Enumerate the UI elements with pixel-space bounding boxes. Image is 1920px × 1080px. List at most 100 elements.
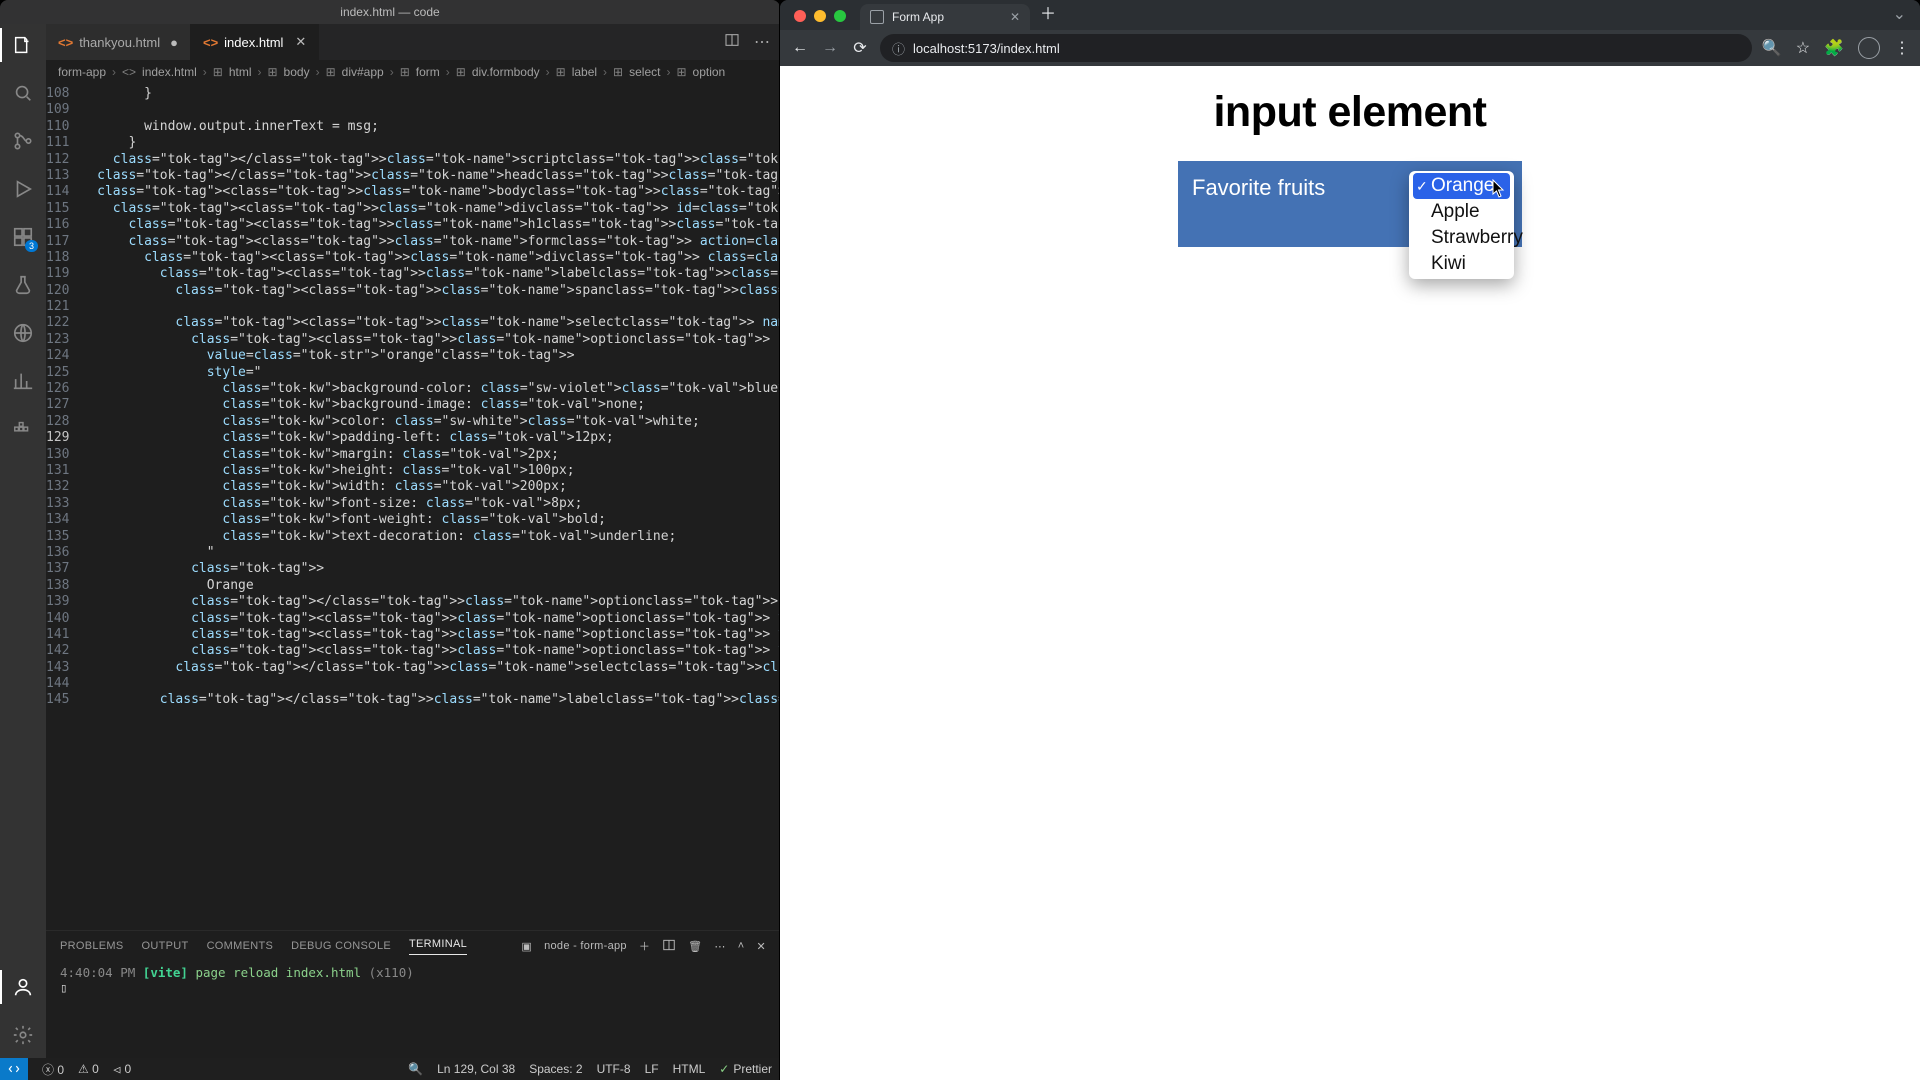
terminal-prompt[interactable]: ▯ xyxy=(60,980,766,995)
terminal-time: 4:40:04 PM xyxy=(60,965,135,980)
new-tab-icon[interactable]: ＋ xyxy=(1040,0,1056,24)
browser-tabstrip: Form App ✕ ＋ ⌄ xyxy=(780,0,1920,30)
minimize-window-icon[interactable] xyxy=(814,10,826,22)
test-icon[interactable] xyxy=(10,272,36,298)
new-terminal-icon[interactable]: ＋ xyxy=(639,938,650,954)
status-indent[interactable]: Spaces: 2 xyxy=(529,1062,582,1076)
crumb[interactable]: index.html xyxy=(142,65,197,79)
vscode-titlebar: index.html — code xyxy=(0,0,780,24)
panel-tab-debug[interactable]: DEBUG CONSOLE xyxy=(291,940,391,952)
crumb[interactable]: div#app xyxy=(342,65,384,79)
bookmark-star-icon[interactable]: ☆ xyxy=(1796,38,1810,58)
panel-tab-problems[interactable]: PROBLEMS xyxy=(60,940,124,952)
browser-tab[interactable]: Form App ✕ xyxy=(860,4,1030,30)
panel-tab-output[interactable]: OUTPUT xyxy=(142,940,189,952)
forward-icon[interactable]: → xyxy=(820,39,840,57)
browser-toolbar: ← → ⟳ ⓘ localhost:5173/index.html 🔍 ☆ 🧩 … xyxy=(780,30,1920,66)
editor-tab-bar: <> thankyou.html ● <> index.html ✕ ⋯ xyxy=(46,24,780,60)
status-cursor[interactable]: Ln 129, Col 38 xyxy=(437,1062,515,1076)
status-warnings[interactable]: ⚠ 0 xyxy=(78,1062,99,1076)
graph-icon[interactable] xyxy=(10,368,36,394)
breadcrumbs[interactable]: form-app› <>index.html› ⊞html› ⊞body› ⊞d… xyxy=(46,60,780,84)
panel-more-icon[interactable]: ⋯ xyxy=(714,940,725,953)
crumb[interactable]: body xyxy=(284,65,310,79)
dropdown-option[interactable]: Orange xyxy=(1413,173,1510,199)
remote-indicator-icon[interactable] xyxy=(0,1058,28,1080)
split-editor-icon[interactable] xyxy=(724,32,740,53)
tab-label: thankyou.html xyxy=(79,35,160,50)
extensions-badge: 3 xyxy=(25,240,38,252)
tab-label: index.html xyxy=(224,35,283,50)
search-icon[interactable] xyxy=(10,80,36,106)
crumb[interactable]: div.formbody xyxy=(472,65,540,79)
extensions-puzzle-icon[interactable]: 🧩 xyxy=(1824,38,1844,58)
close-panel-icon[interactable]: ✕ xyxy=(756,940,766,953)
source-control-icon[interactable] xyxy=(10,128,36,154)
more-actions-icon[interactable]: ⋯ xyxy=(754,32,770,52)
crumb[interactable]: label xyxy=(572,65,597,79)
close-tab-icon[interactable]: ✕ xyxy=(1010,10,1020,24)
maximize-window-icon[interactable] xyxy=(834,10,846,22)
check-icon: ✓ xyxy=(719,1062,729,1076)
crumb[interactable]: option xyxy=(693,65,726,79)
dropdown-option[interactable]: Kiwi xyxy=(1413,251,1510,277)
profile-avatar-icon[interactable] xyxy=(1858,37,1880,59)
tab-thankyou[interactable]: <> thankyou.html ● xyxy=(46,24,191,60)
crumb[interactable]: select xyxy=(629,65,660,79)
html-file-icon: <> xyxy=(58,35,73,50)
back-icon[interactable]: ← xyxy=(790,39,810,57)
modified-dot-icon: ● xyxy=(170,35,178,50)
extensions-icon[interactable]: 3 xyxy=(10,224,36,250)
terminal-task-label[interactable]: node - form-app xyxy=(544,940,627,952)
settings-gear-icon[interactable] xyxy=(10,1022,36,1048)
form-card: Favorite fruits Orange Apple Strawberry … xyxy=(1178,161,1522,247)
html-file-icon: <> xyxy=(122,65,136,79)
terminal-task-icon[interactable]: ▣ xyxy=(521,940,532,953)
fruit-dropdown[interactable]: Orange Apple Strawberry Kiwi xyxy=(1409,171,1514,279)
kill-terminal-icon[interactable]: 🗑 xyxy=(688,940,702,953)
terminal-msg: page reload index.html xyxy=(195,965,361,980)
dropdown-option[interactable]: Strawberry xyxy=(1413,225,1510,251)
activity-bar: 3 xyxy=(0,24,46,1058)
panel-tab-comments[interactable]: COMMENTS xyxy=(207,940,274,952)
site-info-icon[interactable]: ⓘ xyxy=(892,39,905,58)
remote-icon[interactable] xyxy=(10,320,36,346)
docker-icon[interactable] xyxy=(10,416,36,442)
line-gutter: 1081091101111121131141151161171181191201… xyxy=(46,84,81,930)
crumb[interactable]: html xyxy=(229,65,252,79)
form-label: Favorite fruits xyxy=(1192,175,1325,200)
tabstrip-chevron-icon[interactable]: ⌄ xyxy=(1893,4,1906,24)
run-debug-icon[interactable] xyxy=(10,176,36,202)
close-window-icon[interactable] xyxy=(794,10,806,22)
traffic-lights xyxy=(786,10,854,30)
panel-tab-terminal[interactable]: TERMINAL xyxy=(409,938,467,955)
code-content[interactable]: } window.output.innerText = msg; } class… xyxy=(81,84,780,930)
status-ports[interactable]: ⏿ 0 xyxy=(113,1062,131,1077)
terminal-output[interactable]: 4:40:04 PM [vite] page reload index.html… xyxy=(46,961,780,1058)
status-errors[interactable]: ⓧ 0 xyxy=(42,1061,64,1078)
vscode-window: index.html — code 3 <> thankyou.html ● xyxy=(0,0,780,1080)
crumb[interactable]: form-app xyxy=(58,65,106,79)
split-terminal-icon[interactable] xyxy=(662,938,676,955)
maximize-panel-icon[interactable]: ˄ xyxy=(738,940,745,952)
zoom-icon[interactable]: 🔍 xyxy=(1762,38,1782,58)
status-lang[interactable]: HTML xyxy=(673,1062,706,1076)
crumb[interactable]: form xyxy=(416,65,440,79)
bottom-panel: PROBLEMS OUTPUT COMMENTS DEBUG CONSOLE T… xyxy=(46,930,780,1058)
reload-icon[interactable]: ⟳ xyxy=(850,38,870,58)
tab-index[interactable]: <> index.html ✕ xyxy=(191,24,319,60)
vscode-window-title: index.html — code xyxy=(340,5,439,19)
account-icon[interactable] xyxy=(10,974,36,1000)
page-heading: input element xyxy=(1213,88,1486,137)
status-encoding[interactable]: UTF-8 xyxy=(597,1062,631,1076)
status-find-icon[interactable]: 🔍 xyxy=(408,1062,423,1076)
dropdown-option[interactable]: Apple xyxy=(1413,199,1510,225)
close-tab-icon[interactable]: ✕ xyxy=(295,34,306,50)
address-bar[interactable]: ⓘ localhost:5173/index.html xyxy=(880,34,1752,62)
browser-menu-icon[interactable]: ⋮ xyxy=(1894,38,1910,58)
html-file-icon: <> xyxy=(203,35,218,50)
status-eol[interactable]: LF xyxy=(645,1062,659,1076)
code-editor[interactable]: 1081091101111121131141151161171181191201… xyxy=(46,84,780,930)
status-formatter[interactable]: Prettier xyxy=(733,1062,772,1076)
explorer-icon[interactable] xyxy=(10,32,36,58)
